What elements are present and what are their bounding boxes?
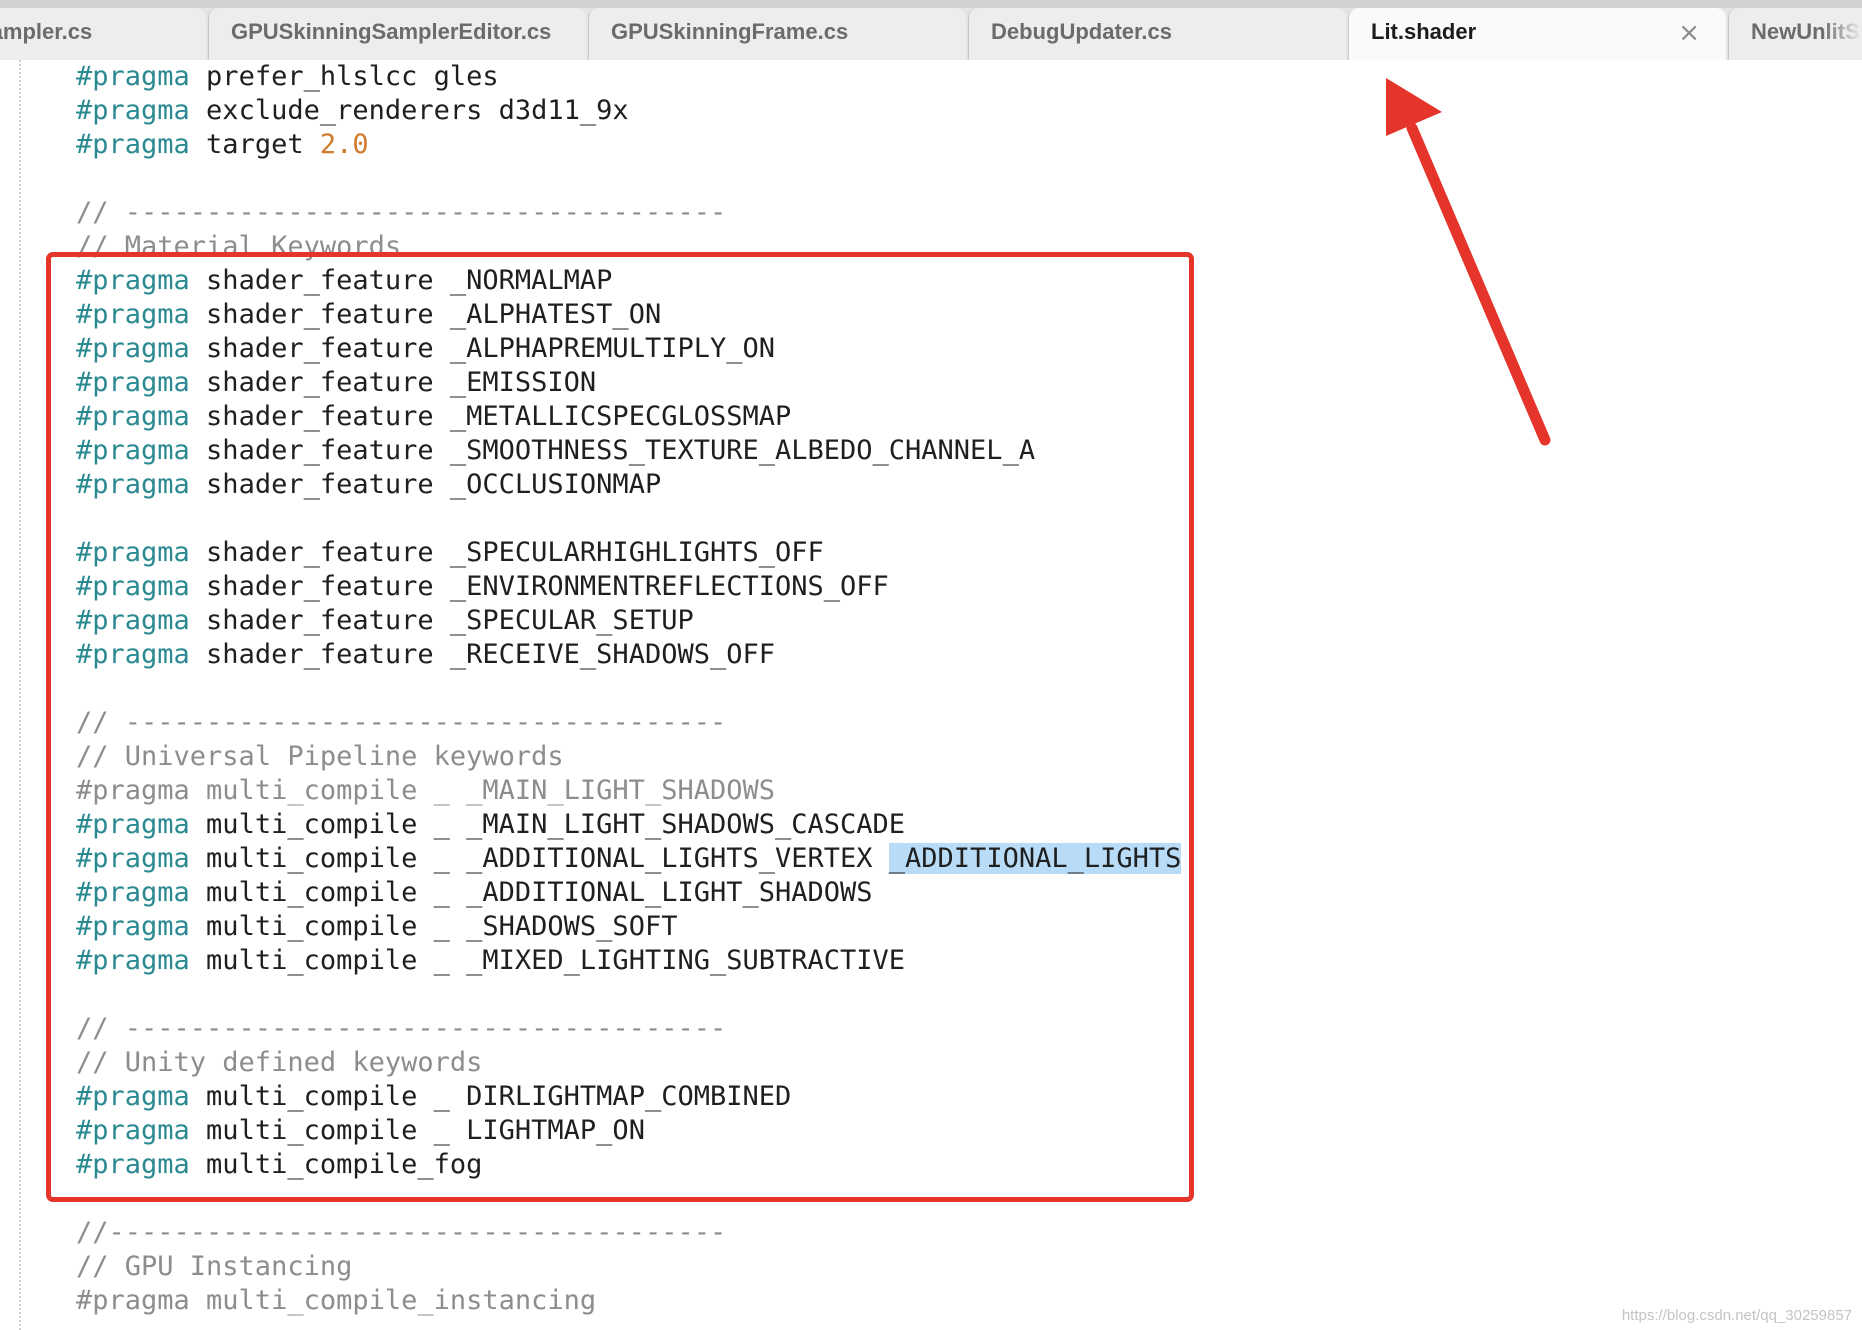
- watermark: https://blog.csdn.net/qq_30259857: [1621, 1307, 1852, 1324]
- annotation-arrow-icon: [1386, 78, 1551, 446]
